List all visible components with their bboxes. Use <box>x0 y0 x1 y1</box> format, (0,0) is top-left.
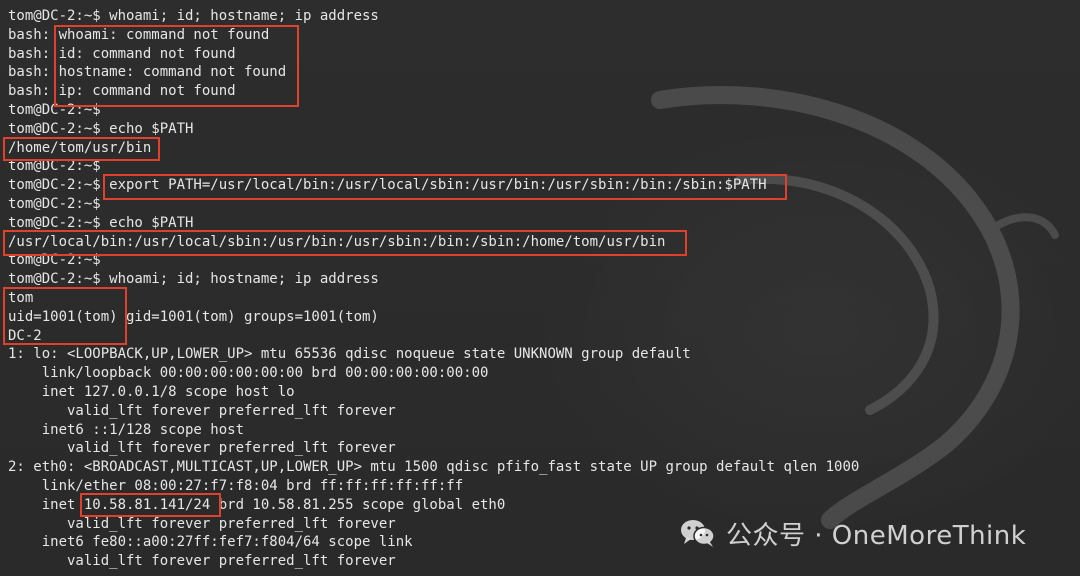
terminal-line: inet 10.58.81.141/24 brd 10.58.81.255 sc… <box>8 496 506 513</box>
terminal-line: 2: eth0: <BROADCAST,MULTICAST,UP,LOWER_U… <box>8 459 860 476</box>
terminal-output[interactable]: tom@DC-2:~$ whoami; id; hostname; ip add… <box>8 7 1080 576</box>
terminal-line: 1: lo: <LOOPBACK,UP,LOWER_UP> mtu 65536 … <box>8 346 691 363</box>
terminal-line: /home/tom/usr/bin <box>8 139 152 156</box>
wechat-watermark: 公众号 · OneMoreThink <box>680 515 1026 551</box>
terminal-line: /usr/local/bin:/usr/local/sbin:/usr/bin:… <box>8 233 666 250</box>
terminal-line: tom <box>8 289 34 306</box>
terminal-line: bash: id: command not found <box>8 45 236 62</box>
terminal-line: tom@DC-2:~$ whoami; id; hostname; ip add… <box>8 8 379 24</box>
terminal-line: link/ether 08:00:27:f7:f8:04 brd ff:ff:f… <box>8 477 464 494</box>
terminal-line: uid=1001(tom) gid=1001(tom) groups=1001(… <box>8 308 379 325</box>
terminal-line: inet 127.0.0.1/8 scope host lo <box>8 383 295 400</box>
terminal-line: tom@DC-2:~$ <box>8 195 101 212</box>
wechat-icon <box>681 520 715 547</box>
terminal-line: bash: hostname: command not found <box>8 64 287 81</box>
terminal-line: tom@DC-2:~$ <box>8 252 101 269</box>
terminal-line: bash: ip: command not found <box>8 83 236 100</box>
watermark-text: 公众号 · OneMoreThink <box>726 520 1027 551</box>
terminal-line: tom@DC-2:~$ whoami; id; hostname; ip add… <box>8 271 379 288</box>
terminal-line: valid_lft forever preferred_lft forever <box>8 553 396 570</box>
terminal-line: valid_lft forever preferred_lft forever <box>8 440 396 457</box>
terminal-line: inet6 ::1/128 scope host <box>8 421 245 438</box>
terminal-line: tom@DC-2:~$ echo $PATH <box>8 120 194 137</box>
terminal-line: tom@DC-2:~$ <box>8 158 101 175</box>
terminal-line: DC-2 <box>8 327 42 344</box>
terminal-line: bash: whoami: command not found <box>8 26 270 43</box>
terminal-line: tom@DC-2:~$ echo $PATH <box>8 214 194 231</box>
terminal-line: link/loopback 00:00:00:00:00:00 brd 00:0… <box>8 365 489 382</box>
terminal-line: tom@DC-2:~$ export PATH=/usr/local/bin:/… <box>8 177 767 194</box>
terminal-line: tom@DC-2:~$ <box>8 101 101 118</box>
terminal-line: valid_lft forever preferred_lft forever <box>8 402 396 419</box>
